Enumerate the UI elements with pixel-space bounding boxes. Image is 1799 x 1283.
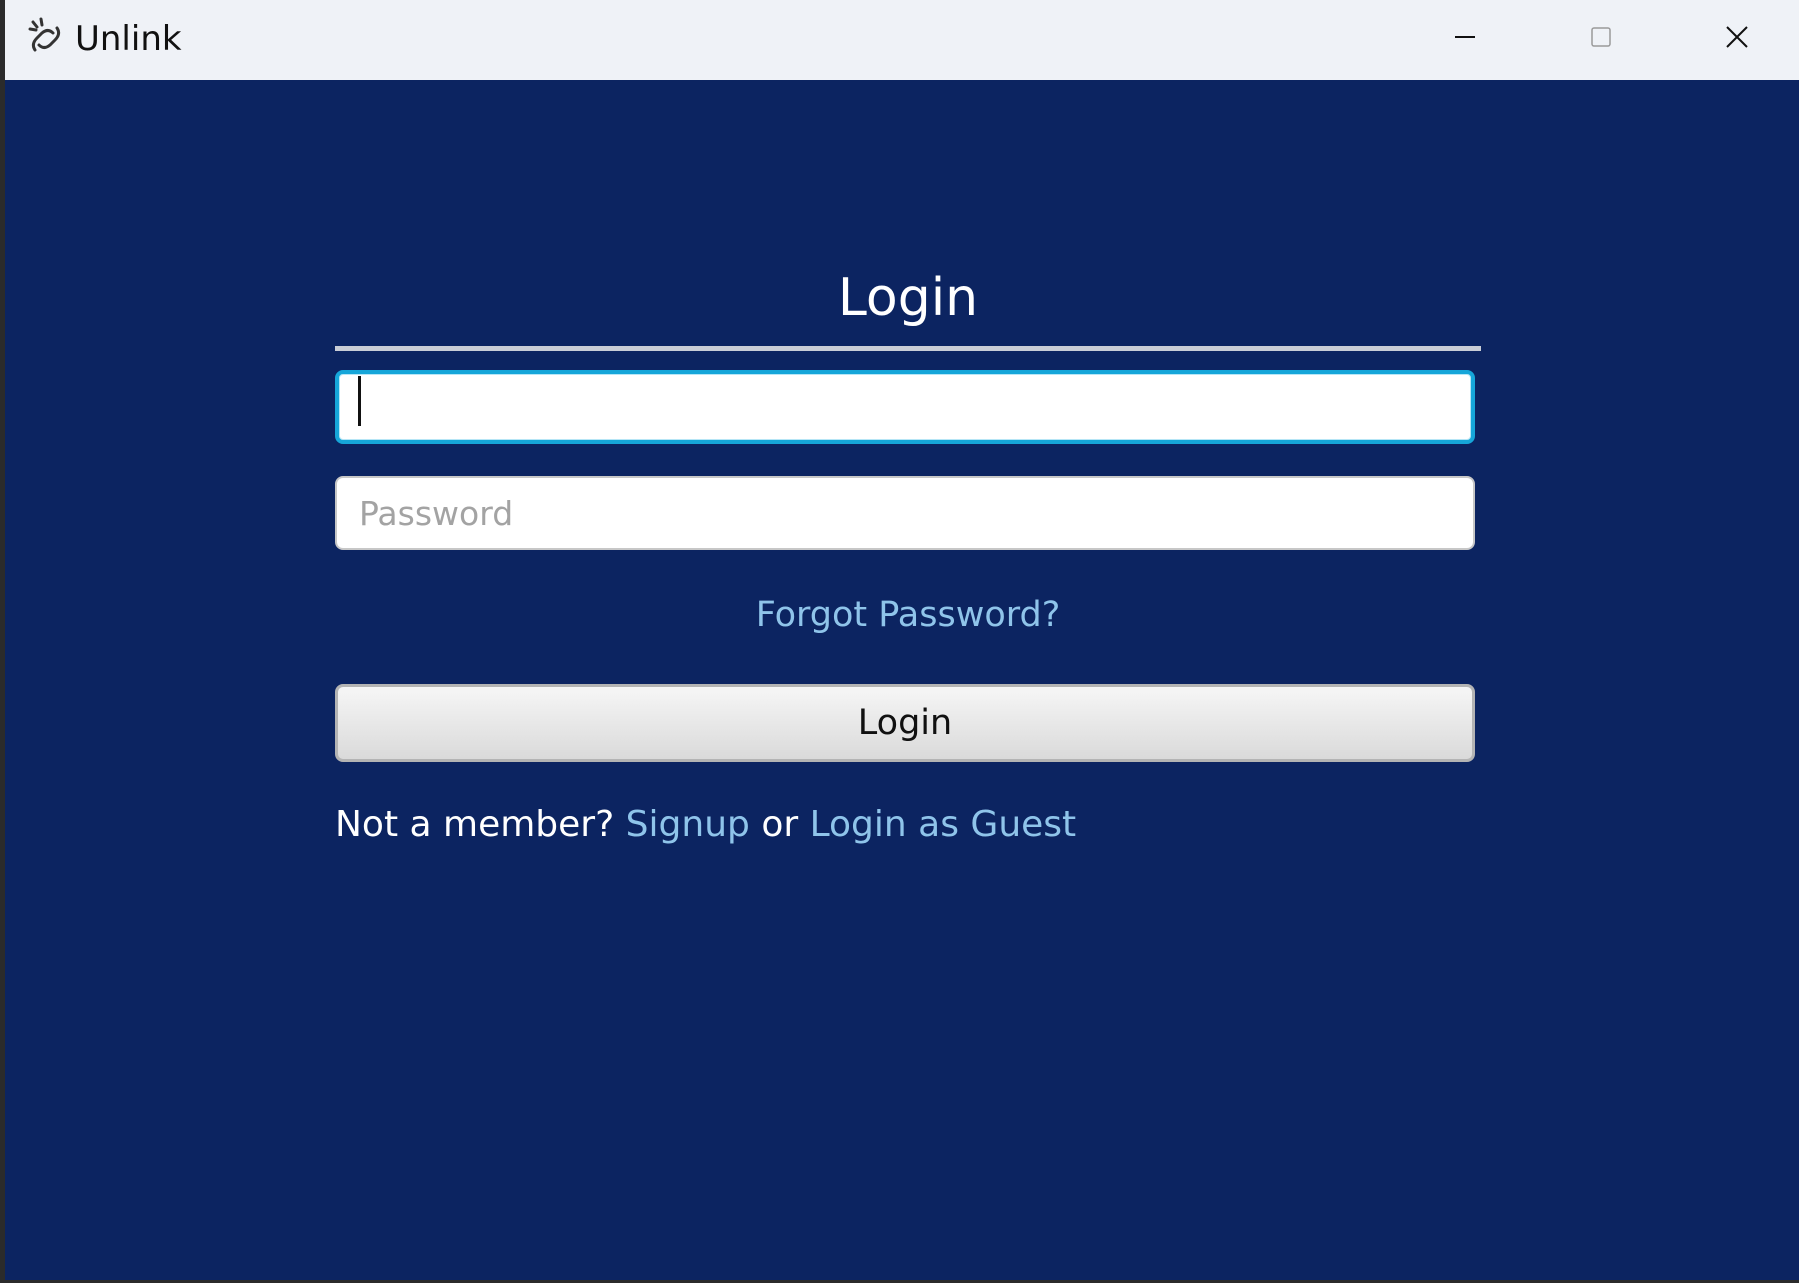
title-bar[interactable]: Unlink — [5, 0, 1799, 80]
or-text: or — [761, 804, 799, 845]
close-icon — [1725, 25, 1749, 49]
username-input[interactable] — [335, 370, 1475, 444]
app-window: Unlink Login Forgot Password? Login Not … — [5, 0, 1799, 1280]
heading-divider — [335, 346, 1481, 351]
login-form: Login Forgot Password? Login Not a membe… — [335, 248, 1481, 850]
minimize-icon — [1454, 26, 1476, 48]
close-button[interactable] — [1669, 0, 1799, 74]
forgot-password-link[interactable]: Forgot Password? — [335, 590, 1481, 640]
login-heading: Login — [837, 268, 979, 328]
signup-link[interactable]: Signup — [626, 804, 750, 845]
guest-login-link[interactable]: Login as Guest — [810, 804, 1077, 845]
maximize-button[interactable] — [1533, 0, 1669, 74]
signup-prompt-row: Not a member? Signup or Login as Guest — [335, 800, 1481, 850]
window-title: Unlink — [75, 19, 182, 59]
password-input[interactable] — [335, 476, 1475, 550]
text-caret — [358, 376, 361, 426]
maximize-icon — [1590, 26, 1612, 48]
login-button[interactable]: Login — [335, 684, 1475, 762]
unlink-chain-icon — [27, 16, 67, 60]
minimize-button[interactable] — [1397, 0, 1533, 74]
not-member-text: Not a member? — [335, 804, 615, 845]
